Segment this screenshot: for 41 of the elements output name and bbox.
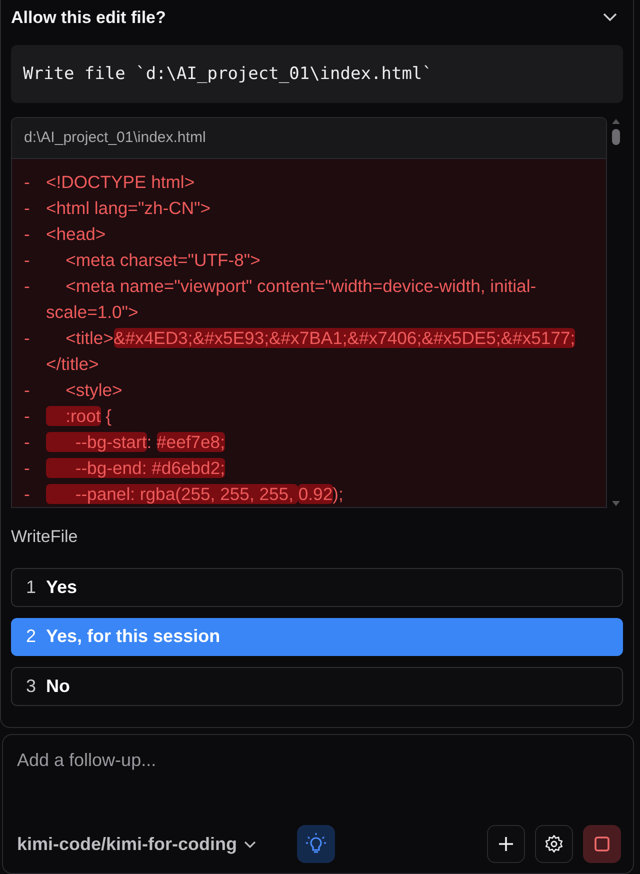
diff-marker: - [23, 457, 31, 480]
code-line: --panel: rgba(255, 255, 255, 0.92); [46, 481, 606, 508]
command-text: Write file `d:\AI_project_01\index.html` [11, 44, 623, 103]
scroll-down-icon[interactable] [611, 500, 621, 508]
option-button[interactable]: 3 No [11, 667, 623, 706]
settings-button[interactable] [535, 825, 573, 863]
plus-icon [497, 835, 515, 853]
file-path: d:\AI_project_01\index.html [12, 118, 606, 160]
code-line: <style> [64, 379, 124, 402]
model-selector[interactable]: kimi-code/kimi-for-coding [17, 830, 258, 858]
code-line: <!DOCTYPE html> [46, 171, 196, 194]
lightbulb-button[interactable] [297, 825, 336, 863]
code-line: <head> [46, 223, 107, 246]
diff-marker: - [23, 223, 31, 246]
code-line: --bg-end: #d6ebd2; [46, 455, 606, 482]
diff-marker: - [23, 197, 31, 220]
scrollbar-thumb[interactable] [612, 128, 620, 145]
diff-marker: - [23, 379, 31, 402]
diff-marker: - [23, 327, 31, 350]
lightbulb-icon [305, 832, 328, 856]
follow-up-field[interactable]: Add a follow-up... [17, 747, 621, 774]
code-line: <meta name="viewport" content="width=device-width, initial-scale=1.0"> [46, 275, 538, 324]
diff-marker: - [23, 483, 31, 506]
diff-marker: - [23, 171, 31, 194]
stop-button[interactable] [583, 825, 621, 863]
code-line: <html lang="zh-CN"> [46, 197, 212, 220]
option-button[interactable]: 1 Yes [11, 568, 623, 607]
add-button[interactable] [487, 825, 525, 863]
code-line: :root { [46, 403, 606, 430]
settings-icon [544, 834, 564, 854]
diff-marker: - [23, 249, 31, 272]
diff-marker: - [23, 275, 31, 298]
stop-icon [594, 836, 610, 852]
tool-name: WriteFile [11, 526, 79, 548]
option-button[interactable]: 2 Yes, for this session [11, 618, 623, 656]
code-line: <title>&#x4ED3;&#x5E93;&#x7BA1;&#x7406;&#x5DE5;&#x5177; </title> [46, 327, 576, 376]
diff-marker: - [23, 431, 31, 454]
code-line: <meta charset="UTF-8"> [64, 249, 262, 272]
diff-marker: - [23, 405, 31, 428]
scroll-up-icon[interactable] [611, 116, 621, 125]
dialog-title: Allow this edit file? [11, 6, 166, 29]
